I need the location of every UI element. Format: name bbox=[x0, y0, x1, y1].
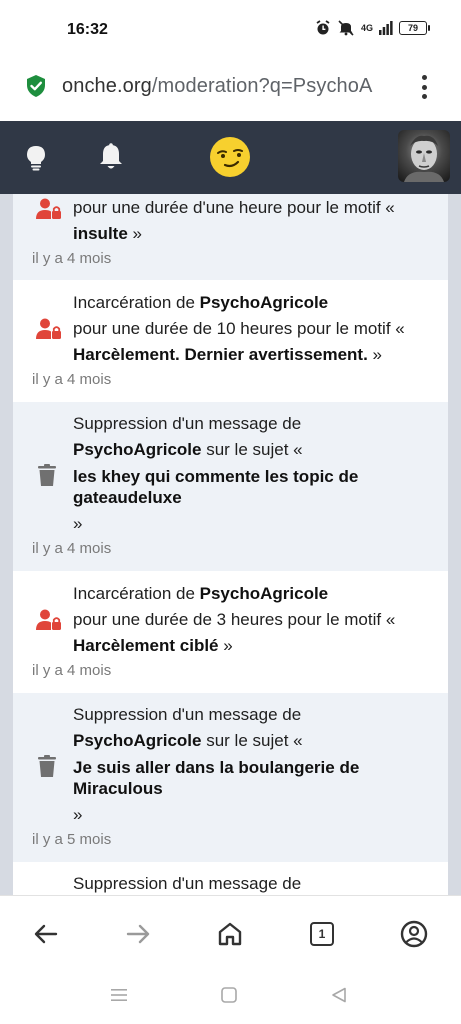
entry-user[interactable]: PsychoAgricole bbox=[200, 584, 329, 603]
trash-icon bbox=[38, 755, 56, 782]
browser-bottom-bar: 1 bbox=[0, 895, 461, 971]
user-lock-icon bbox=[36, 609, 62, 636]
list-item: Suppression d'un message de bbox=[13, 862, 448, 895]
url-field[interactable]: onche.org/moderation?q=PsychoA bbox=[62, 75, 402, 98]
alarm-icon bbox=[316, 20, 330, 35]
list-item: pour une durée d'une heure pour le motif… bbox=[13, 194, 448, 280]
url-path: /moderation?q=PsychoA bbox=[151, 75, 373, 97]
entry-user[interactable]: PsychoAgricole bbox=[73, 440, 202, 459]
entry-time: il y a 4 mois bbox=[32, 662, 112, 679]
entry-topic-link[interactable]: les khey qui commente les topic de gatea… bbox=[73, 467, 358, 507]
tabs-button[interactable]: 1 bbox=[306, 918, 338, 950]
entry-reason: Harcèlement ciblé bbox=[73, 636, 219, 655]
avatar[interactable] bbox=[398, 130, 450, 182]
entry-text: pour une durée d'une heure pour le motif… bbox=[73, 195, 433, 247]
entry-action: Suppression d'un message de bbox=[73, 705, 302, 724]
entry-reason: insulte bbox=[73, 224, 128, 243]
recents-icon[interactable] bbox=[110, 987, 128, 1008]
entry-text: Suppression d'un message de PsychoAgrico… bbox=[73, 702, 433, 828]
tab-count: 1 bbox=[310, 922, 334, 946]
bell-icon[interactable] bbox=[98, 143, 124, 176]
entry-detail: sur le sujet « bbox=[201, 440, 303, 459]
entry-text: Suppression d'un message de PsychoAgrico… bbox=[73, 411, 433, 537]
list-item: Suppression d'un message de PsychoAgrico… bbox=[13, 693, 448, 862]
list-item: Incarcération de PsychoAgricole pour une… bbox=[13, 280, 448, 402]
system-nav-bar bbox=[0, 971, 461, 1024]
user-lock-icon bbox=[36, 198, 62, 225]
entry-user[interactable]: PsychoAgricole bbox=[73, 731, 202, 750]
entry-detail: pour une durée de 10 heures pour le moti… bbox=[73, 319, 405, 338]
account-icon[interactable] bbox=[398, 918, 430, 950]
entry-time: il y a 5 mois bbox=[32, 831, 112, 848]
status-time: 16:32 bbox=[67, 21, 108, 38]
battery-indicator: 79 bbox=[399, 21, 430, 35]
entry-detail: pour une durée de 3 heures pour le motif… bbox=[73, 610, 396, 629]
list-item: Incarcération de PsychoAgricole pour une… bbox=[13, 571, 448, 693]
entry-quote-close: » bbox=[73, 805, 83, 824]
network-type: 4G bbox=[360, 23, 373, 33]
lightbulb-icon[interactable] bbox=[25, 145, 47, 176]
smirk-emoji-icon[interactable] bbox=[209, 136, 251, 183]
more-vertical-icon[interactable] bbox=[416, 72, 432, 102]
browser-url-bar: onche.org/moderation?q=PsychoA bbox=[0, 58, 461, 121]
list-item: Suppression d'un message de PsychoAgrico… bbox=[13, 402, 448, 571]
user-lock-icon bbox=[36, 318, 62, 345]
entry-quote-close: » bbox=[367, 345, 382, 364]
entry-text: Suppression d'un message de bbox=[73, 871, 433, 895]
back-arrow-icon[interactable] bbox=[30, 918, 62, 950]
signal-icon bbox=[379, 21, 393, 35]
url-host: onche.org bbox=[62, 75, 152, 97]
status-bar: 16:32 4G 79 bbox=[0, 0, 461, 58]
moderation-list: pour une durée d'une heure pour le motif… bbox=[0, 194, 461, 895]
forward-arrow-icon[interactable] bbox=[122, 918, 154, 950]
entry-user[interactable]: PsychoAgricole bbox=[200, 293, 329, 312]
mute-icon bbox=[338, 20, 354, 36]
status-icons: 4G 79 bbox=[315, 20, 430, 36]
entry-action: Suppression d'un message de bbox=[73, 874, 302, 893]
trash-icon bbox=[38, 464, 56, 491]
entry-detail: sur le sujet « bbox=[201, 731, 303, 750]
entry-text: Incarcération de PsychoAgricole pour une… bbox=[73, 581, 433, 659]
entry-detail: pour une durée d'une heure pour le motif… bbox=[73, 198, 395, 217]
home-icon[interactable] bbox=[214, 918, 246, 950]
site-navbar bbox=[0, 121, 461, 194]
entry-action: Incarcération de bbox=[73, 293, 200, 312]
entry-topic-link[interactable]: Je suis aller dans la boulangerie de Mir… bbox=[73, 758, 359, 798]
entry-text: Incarcération de PsychoAgricole pour une… bbox=[73, 290, 433, 368]
entry-action: Suppression d'un message de bbox=[73, 414, 302, 433]
entry-reason: Harcèlement. Dernier avertissement. bbox=[73, 345, 368, 364]
back-nav-icon[interactable] bbox=[331, 987, 347, 1008]
entry-time: il y a 4 mois bbox=[32, 250, 112, 267]
entry-quote-close: » bbox=[218, 636, 233, 655]
entry-time: il y a 4 mois bbox=[32, 540, 112, 557]
entry-time: il y a 4 mois bbox=[32, 371, 112, 388]
shield-check-icon[interactable] bbox=[25, 74, 47, 103]
home-nav-icon[interactable] bbox=[221, 987, 237, 1008]
entry-quote-close: » bbox=[127, 224, 142, 243]
entry-action: Incarcération de bbox=[73, 584, 200, 603]
entry-quote-close: » bbox=[73, 514, 83, 533]
